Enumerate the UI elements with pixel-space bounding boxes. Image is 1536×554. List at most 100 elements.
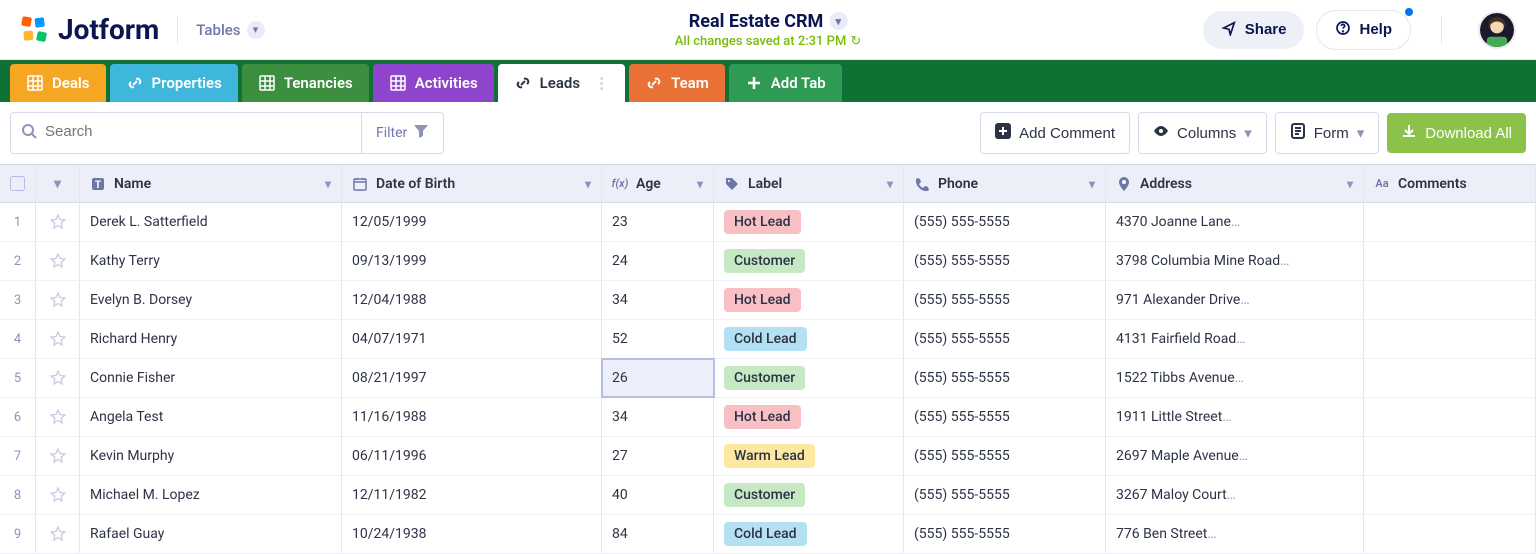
cell-name[interactable]: Kathy Terry — [80, 242, 342, 280]
download-all-button[interactable]: Download All — [1387, 113, 1526, 153]
header-age[interactable]: f(x)Age▾ — [602, 165, 714, 202]
cell-label[interactable]: Customer — [714, 476, 904, 514]
star-button[interactable] — [36, 320, 80, 358]
table-row[interactable]: 9Rafael Guay10/24/193884Cold Lead(555) 5… — [0, 515, 1536, 554]
checkbox[interactable] — [10, 176, 25, 191]
add-tab-button[interactable]: Add Tab — [729, 64, 842, 102]
table-row[interactable]: 7Kevin Murphy06/11/199627Warm Lead(555) … — [0, 437, 1536, 476]
page-title-wrap[interactable]: Real Estate CRM ▾ — [675, 11, 861, 32]
cell-label[interactable]: Hot Lead — [714, 398, 904, 436]
cell-age[interactable]: 24 — [602, 242, 714, 280]
search-input[interactable] — [11, 113, 361, 150]
cell-comments[interactable] — [1364, 437, 1536, 475]
cell-label[interactable]: Customer — [714, 359, 904, 397]
cell-name[interactable]: Richard Henry — [80, 320, 342, 358]
tab-tenancies[interactable]: Tenancies — [242, 64, 369, 102]
cell-address[interactable]: 2697 Maple Avenue… — [1106, 437, 1364, 475]
cell-dob[interactable]: 09/13/1999 — [342, 242, 602, 280]
cell-address[interactable]: 3267 Maloy Court… — [1106, 476, 1364, 514]
star-button[interactable] — [36, 359, 80, 397]
table-row[interactable]: 6Angela Test11/16/198834Hot Lead(555) 55… — [0, 398, 1536, 437]
cell-address[interactable]: 4131 Fairfield Road… — [1106, 320, 1364, 358]
cell-comments[interactable] — [1364, 476, 1536, 514]
form-button[interactable]: Form ▾ — [1275, 112, 1380, 154]
header-address[interactable]: Address▾ — [1106, 165, 1364, 202]
tab-menu-icon[interactable]: ⋮ — [588, 74, 609, 92]
cell-phone[interactable]: (555) 555-5555 — [904, 281, 1106, 319]
cell-name[interactable]: Rafael Guay — [80, 515, 342, 553]
cell-address[interactable]: 1522 Tibbs Avenue… — [1106, 359, 1364, 397]
cell-comments[interactable] — [1364, 242, 1536, 280]
filter-button[interactable]: Filter — [361, 113, 443, 153]
cell-phone[interactable]: (555) 555-5555 — [904, 359, 1106, 397]
header-name[interactable]: TName▾ — [80, 165, 342, 202]
cell-age[interactable]: 84 — [602, 515, 714, 553]
cell-label[interactable]: Customer — [714, 242, 904, 280]
table-row[interactable]: 4Richard Henry04/07/197152Cold Lead(555)… — [0, 320, 1536, 359]
cell-dob[interactable]: 10/24/1938 — [342, 515, 602, 553]
table-row[interactable]: 2Kathy Terry09/13/199924Customer(555) 55… — [0, 242, 1536, 281]
cell-comments[interactable] — [1364, 281, 1536, 319]
star-button[interactable] — [36, 515, 80, 553]
cell-label[interactable]: Cold Lead — [714, 320, 904, 358]
columns-button[interactable]: Columns ▾ — [1138, 112, 1267, 154]
cell-label[interactable]: Hot Lead — [714, 281, 904, 319]
tab-activities[interactable]: Activities — [373, 64, 494, 102]
cell-label[interactable]: Warm Lead — [714, 437, 904, 475]
cell-age[interactable]: 26 — [602, 359, 714, 397]
cell-dob[interactable]: 04/07/1971 — [342, 320, 602, 358]
avatar[interactable] — [1478, 11, 1516, 49]
cell-age[interactable]: 34 — [602, 281, 714, 319]
cell-label[interactable]: Cold Lead — [714, 515, 904, 553]
table-row[interactable]: 1Derek L. Satterfield12/05/199923Hot Lea… — [0, 203, 1536, 242]
table-row[interactable]: 5Connie Fisher08/21/199726Customer(555) … — [0, 359, 1536, 398]
cell-comments[interactable] — [1364, 398, 1536, 436]
star-button[interactable] — [36, 476, 80, 514]
cell-address[interactable]: 4370 Joanne Lane… — [1106, 203, 1364, 241]
star-button[interactable] — [36, 203, 80, 241]
star-button[interactable] — [36, 281, 80, 319]
cell-name[interactable]: Evelyn B. Dorsey — [80, 281, 342, 319]
add-comment-button[interactable]: Add Comment — [980, 112, 1130, 154]
star-button[interactable] — [36, 398, 80, 436]
cell-dob[interactable]: 08/21/1997 — [342, 359, 602, 397]
tab-team[interactable]: Team — [629, 64, 725, 102]
star-button[interactable] — [36, 437, 80, 475]
cell-name[interactable]: Angela Test — [80, 398, 342, 436]
cell-label[interactable]: Hot Lead — [714, 203, 904, 241]
cell-address[interactable]: 1911 Little Street… — [1106, 398, 1364, 436]
cell-name[interactable]: Derek L. Satterfield — [80, 203, 342, 241]
header-comments[interactable]: AaComments — [1364, 165, 1536, 202]
tables-dropdown[interactable]: Tables ▾ — [196, 21, 264, 39]
cell-phone[interactable]: (555) 555-5555 — [904, 398, 1106, 436]
cell-comments[interactable] — [1364, 203, 1536, 241]
header-expand[interactable]: ▾ — [36, 165, 80, 202]
header-dob[interactable]: Date of Birth▾ — [342, 165, 602, 202]
cell-dob[interactable]: 06/11/1996 — [342, 437, 602, 475]
cell-name[interactable]: Connie Fisher — [80, 359, 342, 397]
share-button[interactable]: Share — [1203, 11, 1305, 49]
cell-address[interactable]: 3798 Columbia Mine Road… — [1106, 242, 1364, 280]
cell-age[interactable]: 23 — [602, 203, 714, 241]
cell-phone[interactable]: (555) 555-5555 — [904, 320, 1106, 358]
table-row[interactable]: 3Evelyn B. Dorsey12/04/198834Hot Lead(55… — [0, 281, 1536, 320]
cell-dob[interactable]: 12/05/1999 — [342, 203, 602, 241]
cell-phone[interactable]: (555) 555-5555 — [904, 437, 1106, 475]
cell-dob[interactable]: 12/11/1982 — [342, 476, 602, 514]
cell-dob[interactable]: 11/16/1988 — [342, 398, 602, 436]
header-phone[interactable]: Phone▾ — [904, 165, 1106, 202]
help-button[interactable]: Help — [1316, 10, 1411, 50]
cell-comments[interactable] — [1364, 359, 1536, 397]
cell-name[interactable]: Kevin Murphy — [80, 437, 342, 475]
select-all-cell[interactable] — [0, 165, 36, 202]
tab-deals[interactable]: Deals — [10, 64, 106, 102]
cell-comments[interactable] — [1364, 515, 1536, 553]
cell-address[interactable]: 971 Alexander Drive… — [1106, 281, 1364, 319]
cell-phone[interactable]: (555) 555-5555 — [904, 203, 1106, 241]
cell-phone[interactable]: (555) 555-5555 — [904, 242, 1106, 280]
cell-comments[interactable] — [1364, 320, 1536, 358]
cell-age[interactable]: 40 — [602, 476, 714, 514]
cell-name[interactable]: Michael M. Lopez — [80, 476, 342, 514]
cell-age[interactable]: 52 — [602, 320, 714, 358]
cell-dob[interactable]: 12/04/1988 — [342, 281, 602, 319]
